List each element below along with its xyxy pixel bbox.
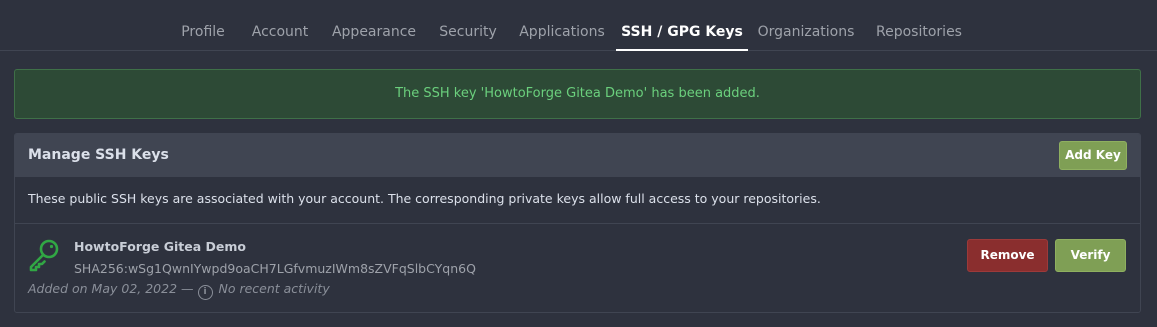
tab-ssh-gpg-keys[interactable]: SSH / GPG Keys (616, 0, 748, 51)
verify-key-button[interactable]: Verify (1055, 239, 1126, 272)
ssh-key-added-date: Added on May 02, 2022 — (28, 281, 194, 296)
ssh-key-item: HowtoForge Gitea Demo SHA256:wSg1QwnIYwp… (15, 224, 1140, 312)
key-icon (29, 239, 59, 272)
success-flash-message: The SSH key 'HowtoForge Gitea Demo' has … (14, 69, 1141, 119)
tab-appearance[interactable]: Appearance (327, 0, 421, 51)
add-key-button[interactable]: Add Key (1059, 141, 1127, 170)
tab-applications[interactable]: Applications (516, 0, 608, 51)
settings-tabs: Profile Account Appearance Security Appl… (0, 0, 1157, 51)
tab-organizations[interactable]: Organizations (753, 0, 859, 51)
panel-title: Manage SSH Keys (28, 147, 169, 163)
remove-key-button[interactable]: Remove (967, 239, 1048, 272)
info-icon: i (197, 285, 213, 300)
ssh-key-activity: No recent activity (218, 281, 330, 296)
tab-security[interactable]: Security (434, 0, 502, 51)
panel-header: Manage SSH Keys Add Key (15, 134, 1140, 177)
ssh-key-fingerprint: SHA256:wSg1QwnIYwpd9oaCH7LGfvmuzIWm8sZVF… (74, 261, 476, 276)
tab-repositories[interactable]: Repositories (871, 0, 967, 51)
tab-account[interactable]: Account (247, 0, 313, 51)
tab-profile[interactable]: Profile (172, 0, 234, 51)
ssh-key-name: HowtoForge Gitea Demo (74, 239, 246, 254)
ssh-key-meta: Added on May 02, 2022 — i No recent acti… (28, 281, 330, 300)
ssh-keys-panel: Manage SSH Keys Add Key These public SSH… (14, 133, 1141, 313)
panel-description: These public SSH keys are associated wit… (15, 177, 1140, 224)
